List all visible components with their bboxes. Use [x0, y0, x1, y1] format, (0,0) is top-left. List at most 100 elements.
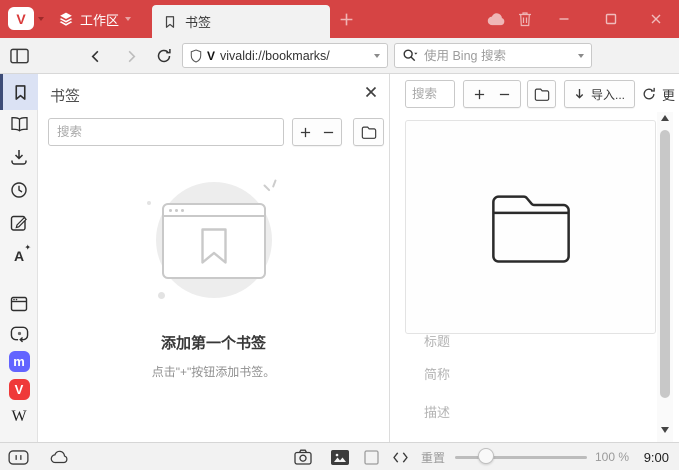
shield-icon	[190, 48, 202, 63]
bookmark-icon	[163, 15, 177, 29]
maximize-button[interactable]	[598, 0, 624, 38]
sidebar-item-bookmarks[interactable]	[0, 74, 38, 110]
sidebar-item-reading-list[interactable]	[0, 107, 38, 141]
close-button[interactable]	[643, 0, 669, 38]
wikipedia-icon: W	[11, 408, 27, 425]
minimize-button[interactable]	[551, 0, 577, 38]
vivaldi-web-icon: V	[8, 378, 30, 400]
content-search-box[interactable]	[405, 80, 455, 108]
session-loop-icon	[10, 324, 29, 343]
description-input[interactable]	[424, 405, 624, 420]
search-engine-icon[interactable]	[402, 48, 419, 63]
panel-new-folder-button[interactable]	[353, 118, 384, 146]
url-dropdown-caret-icon[interactable]	[374, 53, 380, 58]
scroll-down-icon[interactable]	[660, 426, 670, 436]
content-new-folder-button[interactable]	[527, 80, 556, 108]
bookmarks-panel: 书签 添加第一个书签 点击"+"按钮添加书签。	[38, 74, 390, 442]
panel-search-input[interactable]	[57, 125, 275, 139]
deco-dot	[147, 201, 151, 205]
search-input[interactable]	[424, 48, 573, 63]
clock-icon	[10, 181, 28, 199]
sidebar-item-downloads[interactable]	[0, 140, 38, 174]
panel-close-button[interactable]	[365, 86, 377, 98]
bookmarks-manager-content: 导入... 更	[390, 74, 679, 442]
back-button[interactable]	[88, 38, 103, 74]
panel-toggle-button[interactable]	[10, 38, 29, 74]
sidebar-item-translate[interactable]: A ✦	[0, 239, 38, 273]
translate-icon: A ✦	[13, 243, 32, 264]
description-field[interactable]	[424, 404, 624, 426]
titlebar: V 工作区 书签	[0, 0, 679, 38]
update-thumbnails-button[interactable]: 更	[642, 80, 675, 108]
vivaldi-menu-caret-icon	[38, 17, 44, 21]
trash-icon[interactable]	[513, 0, 537, 38]
sidebar-item-notes[interactable]	[0, 206, 38, 240]
new-tab-button[interactable]	[334, 0, 358, 38]
content-add-remove-button[interactable]	[463, 80, 521, 108]
statusbar-panel-toggle-button[interactable]	[8, 443, 29, 471]
nickname-input[interactable]	[424, 367, 624, 382]
empty-state-window-illustration	[162, 203, 266, 279]
tab-label: 书签	[185, 15, 212, 30]
vivaldi-logo-icon: V	[16, 10, 26, 27]
scrollbar[interactable]	[657, 112, 673, 442]
import-label: 导入...	[591, 87, 626, 102]
sparkle-icon	[262, 179, 279, 198]
search-field[interactable]	[394, 43, 592, 68]
minus-icon[interactable]	[323, 127, 334, 138]
arrow-down-icon	[574, 88, 585, 101]
title-input[interactable]	[424, 334, 624, 349]
download-icon	[10, 148, 28, 166]
mastodon-icon: m	[8, 350, 30, 372]
url-field[interactable]: V vivaldi://bookmarks/	[182, 43, 388, 68]
mini-window-titlebar	[164, 205, 264, 217]
sync-status-cloud-icon[interactable]	[50, 443, 69, 471]
reload-button[interactable]	[156, 38, 172, 74]
workspace-caret-icon	[125, 17, 132, 21]
site-favicon-icon: V	[207, 48, 216, 63]
capture-camera-icon[interactable]	[294, 443, 312, 471]
workspace-button[interactable]: 工作区	[58, 8, 132, 30]
panel-search-box[interactable]	[48, 118, 284, 146]
blank-square-icon[interactable]	[364, 443, 379, 471]
toggle-images-icon[interactable]	[331, 443, 349, 471]
sidebar-item-wikipedia[interactable]: W	[0, 400, 38, 434]
search-dropdown-caret-icon[interactable]	[578, 53, 584, 58]
minus-icon[interactable]	[499, 89, 510, 100]
panel-title: 书签	[50, 88, 81, 105]
window-icon	[10, 296, 28, 312]
address-bar: V vivaldi://bookmarks/	[0, 38, 679, 105]
content-search-input[interactable]	[412, 87, 448, 101]
workspace-label: 工作区	[80, 12, 120, 28]
forward-button[interactable]	[124, 38, 139, 74]
zoom-slider-track[interactable]	[455, 456, 587, 459]
nickname-field[interactable]	[424, 366, 624, 388]
refresh-icon	[642, 87, 656, 101]
title-field[interactable]	[424, 333, 624, 355]
import-button[interactable]: 导入...	[564, 80, 636, 108]
tab-bookmarks[interactable]: 书签	[152, 5, 330, 38]
zoom-level-value: 100 %	[595, 450, 630, 464]
zoom-slider-thumb[interactable]	[478, 448, 494, 464]
sync-cloud-icon[interactable]	[484, 0, 508, 38]
vivaldi-menu-button[interactable]: V	[8, 7, 34, 30]
bookmark-preview-card[interactable]	[405, 120, 656, 334]
folder-icon	[361, 125, 377, 139]
clock[interactable]: 9:00	[644, 443, 669, 471]
panel-switch-sidebar: A ✦ m V W	[0, 74, 38, 442]
scroll-up-icon[interactable]	[660, 114, 670, 124]
notes-icon	[10, 214, 28, 232]
panel-add-remove-button[interactable]	[292, 118, 342, 146]
scrollbar-thumb[interactable]	[660, 130, 670, 398]
empty-state-hint: 点击"+"按钮添加书签。	[151, 365, 276, 379]
zoom-reset-button[interactable]: 重置	[421, 443, 445, 471]
plus-icon[interactable]	[300, 127, 311, 138]
sidebar-item-history[interactable]	[0, 173, 38, 207]
statusbar: 重置 100 % 9:00	[0, 442, 679, 470]
reading-list-icon	[10, 116, 29, 132]
workspace-layers-icon	[58, 11, 74, 27]
plus-icon[interactable]	[474, 89, 485, 100]
page-actions-code-icon[interactable]	[392, 443, 409, 471]
deco-dot	[158, 292, 165, 299]
mini-window-bookmark-icon	[164, 217, 264, 265]
